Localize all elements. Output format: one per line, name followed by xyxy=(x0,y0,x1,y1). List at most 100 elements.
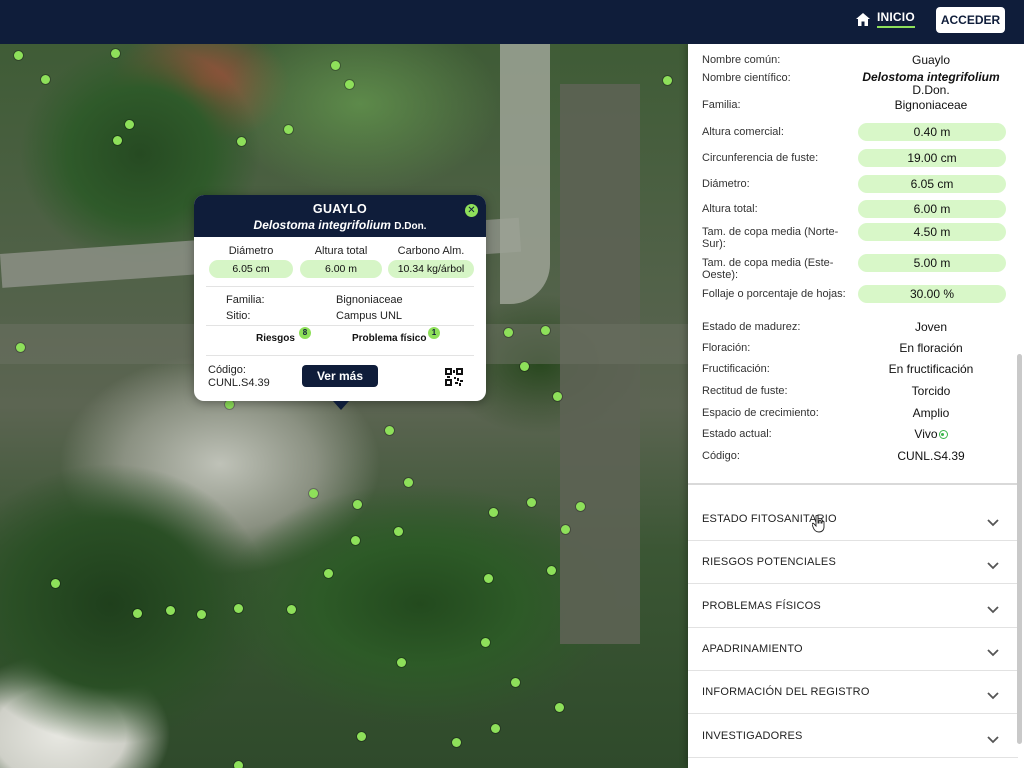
tree-marker[interactable] xyxy=(166,606,175,615)
tree-marker[interactable] xyxy=(237,137,246,146)
info-label: Familia: xyxy=(226,294,265,306)
physical-problem-badge[interactable]: Problema físico 1 xyxy=(352,327,440,344)
see-more-button[interactable]: Ver más xyxy=(302,365,378,387)
map-road xyxy=(560,84,640,644)
tree-marker[interactable] xyxy=(133,609,142,618)
chevron-down-icon[interactable] xyxy=(987,557,999,575)
tree-marker[interactable] xyxy=(357,732,366,741)
tree-marker[interactable] xyxy=(309,489,318,498)
tree-marker[interactable] xyxy=(111,49,120,58)
chevron-down-icon[interactable] xyxy=(987,514,999,532)
accordion-section[interactable]: INFORMACIÓN DEL REGISTRO xyxy=(688,671,1018,715)
tree-marker[interactable] xyxy=(489,508,498,517)
tree-details-panel: Nombre común: Guaylo Nombre científico: Del… xyxy=(688,44,1024,768)
attribute-value: 6.00 m xyxy=(858,200,1006,218)
tree-marker[interactable] xyxy=(353,500,362,509)
attribute-value: 0.40 m xyxy=(858,123,1006,141)
attribute-label: Circunferencia de fuste: xyxy=(702,152,819,164)
qr-code-icon[interactable] xyxy=(445,368,463,391)
attribute-value: Torcido xyxy=(911,384,951,398)
tree-marker[interactable] xyxy=(51,579,60,588)
tree-marker[interactable] xyxy=(527,498,536,507)
tree-marker[interactable] xyxy=(331,61,340,70)
tree-marker[interactable] xyxy=(394,527,403,536)
scrollbar-thumb[interactable] xyxy=(1017,354,1022,744)
tree-marker[interactable] xyxy=(452,738,461,747)
tree-marker[interactable] xyxy=(481,638,490,647)
code-label: Código: xyxy=(208,364,246,376)
tree-marker[interactable] xyxy=(197,610,206,619)
accordion-section[interactable]: RIESGOS POTENCIALES xyxy=(688,541,1018,585)
metric-carbon: Carbono Alm. 10.34 kg/árbol xyxy=(386,245,476,278)
chevron-down-icon[interactable] xyxy=(987,731,999,749)
tree-marker[interactable] xyxy=(125,120,134,129)
badge-label: Problema físico xyxy=(352,333,427,344)
accordion-section[interactable]: APADRINAMIENTO xyxy=(688,628,1018,671)
chevron-down-icon[interactable] xyxy=(987,601,999,619)
attribute-label: Diámetro: xyxy=(702,178,750,190)
metric-diameter: Diámetro 6.05 cm xyxy=(206,245,296,278)
attribute-value: Delostoma integrifolium D.Don. xyxy=(856,71,1006,97)
login-button[interactable]: ACCEDER xyxy=(936,7,1005,33)
attribute-label: Nombre científico: xyxy=(702,72,791,84)
attribute-label: Estado de madurez: xyxy=(702,321,801,333)
attribute-label: Follaje o porcentaje de hojas: xyxy=(702,288,846,300)
accordion-section[interactable]: ESTADO FITOSANITARIO xyxy=(688,498,1018,541)
tree-marker[interactable] xyxy=(484,574,493,583)
tree-popup: GUAYLO Delostoma integrifolium D.Don. ✕ … xyxy=(194,195,486,410)
attribute-label: Fructificación: xyxy=(702,363,770,375)
nav-home-link[interactable]: INICIO xyxy=(856,10,915,28)
tree-marker[interactable] xyxy=(520,362,529,371)
divider xyxy=(206,325,474,326)
tree-marker[interactable] xyxy=(541,326,550,335)
tree-marker[interactable] xyxy=(234,604,243,613)
satellite-map[interactable]: GUAYLO Delostoma integrifolium D.Don. ✕ … xyxy=(0,44,688,768)
tree-marker[interactable] xyxy=(284,125,293,134)
panel-scrollbar[interactable] xyxy=(1017,44,1022,768)
tree-marker[interactable] xyxy=(385,426,394,435)
tree-marker[interactable] xyxy=(234,761,243,768)
tree-marker[interactable] xyxy=(561,525,570,534)
accordion-section[interactable]: INVESTIGADORES xyxy=(688,715,1018,758)
tree-marker[interactable] xyxy=(576,502,585,511)
tree-marker[interactable] xyxy=(225,400,234,409)
tree-marker[interactable] xyxy=(547,566,556,575)
code-value: CUNL.S4.39 xyxy=(208,377,270,389)
tree-marker[interactable] xyxy=(41,75,50,84)
tree-marker[interactable] xyxy=(553,392,562,401)
risks-badge[interactable]: Riesgos 8 xyxy=(256,327,311,344)
attribute-value: 30.00 % xyxy=(858,285,1006,303)
accordion-section[interactable]: PROBLEMAS FÍSICOS xyxy=(688,585,1018,628)
tree-marker[interactable] xyxy=(397,658,406,667)
tree-marker[interactable] xyxy=(16,343,25,352)
chevron-down-icon[interactable] xyxy=(987,687,999,705)
tree-marker[interactable] xyxy=(345,80,354,89)
tree-marker[interactable] xyxy=(511,678,520,687)
tree-marker[interactable] xyxy=(287,605,296,614)
divider xyxy=(206,355,474,356)
attribute-label: Rectitud de fuste: xyxy=(702,385,788,397)
tree-marker[interactable] xyxy=(504,328,513,337)
attribute-value: 5.00 m xyxy=(858,254,1006,272)
tree-marker[interactable] xyxy=(404,478,413,487)
attribute-value: Joven xyxy=(914,320,948,334)
attribute-value: Amplio xyxy=(912,406,950,420)
tree-marker[interactable] xyxy=(663,76,672,85)
tree-marker[interactable] xyxy=(113,136,122,145)
badge-count: 8 xyxy=(299,327,311,339)
accordion-label: INVESTIGADORES xyxy=(702,729,803,742)
tree-marker[interactable] xyxy=(491,724,500,733)
popup-subtitle: Delostoma integrifolium D.Don. xyxy=(194,218,486,232)
badge-label: Riesgos xyxy=(256,333,295,344)
tree-marker[interactable] xyxy=(351,536,360,545)
tree-marker[interactable] xyxy=(324,569,333,578)
close-icon[interactable]: ✕ xyxy=(465,204,478,217)
chevron-down-icon[interactable] xyxy=(987,644,999,662)
home-icon xyxy=(856,12,870,26)
attribute-label: Floración: xyxy=(702,342,751,354)
hand-cursor-icon xyxy=(811,514,826,538)
tree-marker[interactable] xyxy=(14,51,23,60)
metric-total-height: Altura total 6.00 m xyxy=(296,245,386,278)
tree-marker[interactable] xyxy=(555,703,564,712)
metric-value: 6.00 m xyxy=(300,260,382,278)
